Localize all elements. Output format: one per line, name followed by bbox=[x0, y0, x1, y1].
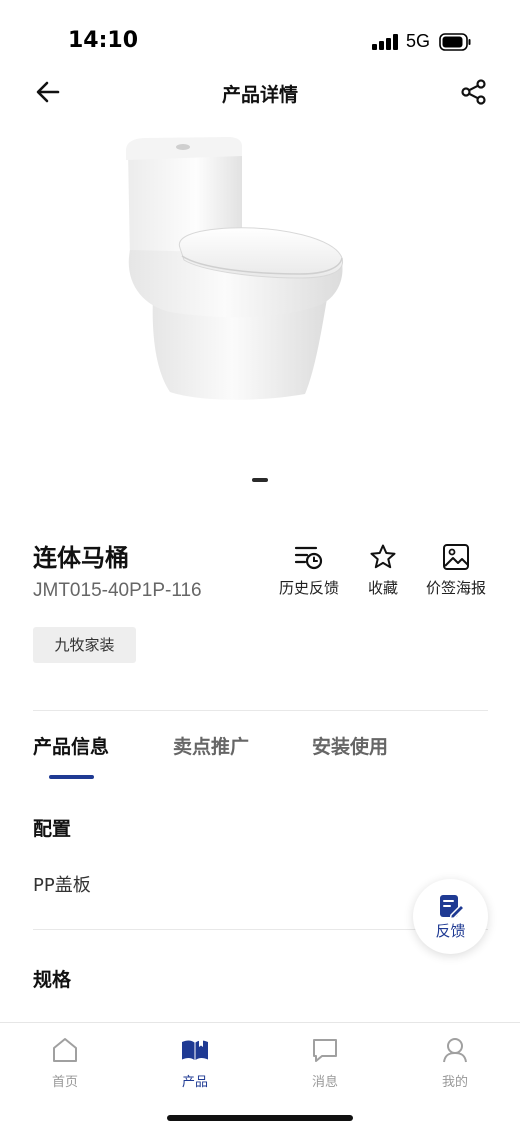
favorite-label: 收藏 bbox=[367, 579, 398, 597]
tab-installation[interactable]: 安装使用 bbox=[312, 732, 388, 759]
home-icon bbox=[53, 1038, 77, 1062]
feedback-label: 反馈 bbox=[435, 922, 466, 940]
divider bbox=[33, 710, 488, 711]
nav-label-product: 产品 bbox=[181, 1075, 208, 1090]
price-poster-label: 价签海报 bbox=[425, 579, 486, 597]
nav-label-messages: 消息 bbox=[311, 1075, 338, 1090]
history-feedback-button[interactable]: 历史反馈 bbox=[276, 540, 342, 598]
product-name: 连体马桶 bbox=[33, 544, 129, 572]
section-title-spec: 规格 bbox=[33, 969, 72, 991]
favorite-button[interactable]: 收藏 bbox=[362, 540, 404, 598]
section-value-config: PP盖板 bbox=[33, 875, 91, 896]
tab-selling-points[interactable]: 卖点推广 bbox=[173, 732, 249, 759]
price-poster-button[interactable]: 价签海报 bbox=[423, 540, 489, 598]
home-indicator bbox=[167, 1115, 353, 1121]
message-icon bbox=[313, 1039, 337, 1062]
history-feedback-label: 历史反馈 bbox=[278, 579, 339, 597]
status-bar: 14:10 5G bbox=[0, 0, 520, 72]
page-title: 产品详情 bbox=[221, 84, 298, 106]
history-feedback-icon bbox=[294, 546, 323, 570]
nav-item-mine[interactable]: 我的 bbox=[415, 1035, 495, 1090]
nav-label-home: 首页 bbox=[51, 1075, 78, 1090]
section-title-config: 配置 bbox=[33, 818, 72, 840]
image-icon bbox=[443, 544, 469, 570]
user-icon bbox=[443, 1038, 467, 1063]
tab-product-info[interactable]: 产品信息 bbox=[33, 732, 109, 759]
app-screen: 14:10 5G 产品详情 连体马桶 JMT015-40P1P-116 九牧家装… bbox=[0, 0, 520, 1131]
toilet-product-photo[interactable] bbox=[110, 130, 360, 410]
nav-header: 产品详情 bbox=[0, 72, 520, 112]
carousel-indicator bbox=[252, 478, 268, 482]
nav-item-home[interactable]: 首页 bbox=[25, 1035, 105, 1090]
nav-label-mine: 我的 bbox=[441, 1075, 468, 1090]
bottom-nav: 首页 产品 消息 我的 bbox=[0, 1022, 520, 1131]
active-tab-indicator bbox=[49, 775, 94, 779]
brand-tag[interactable]: 九牧家装 bbox=[33, 627, 136, 663]
signal-icon bbox=[372, 34, 400, 50]
star-icon bbox=[370, 544, 396, 569]
book-icon bbox=[182, 1040, 208, 1060]
battery-icon bbox=[439, 33, 471, 51]
nav-item-messages[interactable]: 消息 bbox=[285, 1035, 365, 1090]
feedback-button[interactable]: 反馈 bbox=[413, 879, 488, 954]
network-label: 5G bbox=[406, 31, 431, 51]
edit-feedback-icon bbox=[440, 895, 465, 920]
nav-item-product[interactable]: 产品 bbox=[155, 1035, 235, 1090]
status-time: 14:10 bbox=[68, 28, 139, 53]
share-icon[interactable] bbox=[460, 78, 488, 106]
product-model: JMT015-40P1P-116 bbox=[33, 580, 202, 601]
